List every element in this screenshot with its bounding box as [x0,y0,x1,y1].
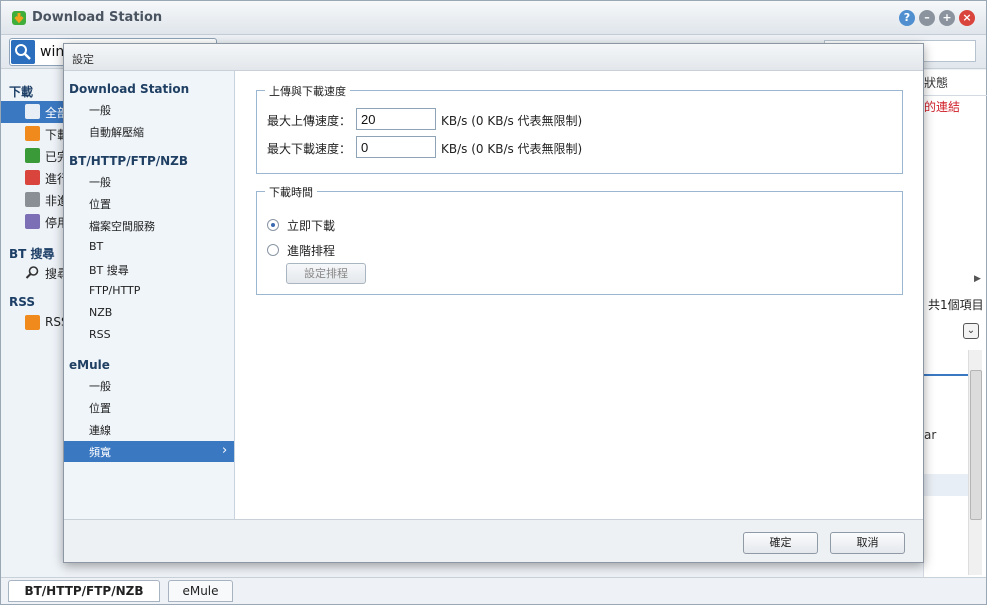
chevron-right-icon: › [222,443,228,458]
app-title: Download Station [32,10,163,25]
sidebar-item-active[interactable]: 進行 [1,167,69,189]
tab-emule[interactable]: eMule [168,580,233,602]
sidebar-item-all[interactable]: 全部 [1,101,69,123]
speed-group-legend: 上傳與下載速度 [265,83,350,99]
upload-unit-note: KB/s (0 KB/s 代表無限制) [441,114,583,128]
set-schedule-button[interactable]: 設定排程 [286,263,366,284]
nav-section-emule: eMule [69,358,110,372]
nav-item-rss[interactable]: RSS [64,325,234,346]
vertical-scrollbar[interactable] [968,350,982,575]
pause-icon [25,214,40,229]
advanced-schedule-label[interactable]: 進階排程 [287,242,335,259]
column-header-status[interactable]: 狀態 [924,74,987,96]
advanced-schedule-radio[interactable] [267,244,279,256]
check-icon [25,148,40,163]
cancel-button[interactable]: 取消 [830,532,905,554]
nav-item-label: 位置 [89,402,111,415]
nav-item-emule-general[interactable]: 一般 [64,375,234,396]
upload-speed-input[interactable] [356,108,436,130]
close-icon[interactable]: × [959,10,975,26]
download-unit-note: KB/s (0 KB/s 代表無限制) [441,142,583,156]
download-speed-label: 最大下載速度： [267,142,352,156]
nav-item-label: 一般 [89,104,111,117]
app-titlebar: Download Station ? – + × [1,1,986,35]
download-time-group: 下載時間 立即下載 進階排程 設定排程 [256,184,903,295]
dialog-header: 設定 [64,44,923,71]
nav-item-label: 自動解壓縮 [89,126,144,139]
tab-bt-http-ftp-nzb[interactable]: BT/HTTP/FTP/NZB [8,580,160,602]
upload-speed-label: 最大上傳速度： [267,114,352,128]
detail-tab-indicator [924,374,968,376]
sidebar-section-rss: RSS [9,295,35,309]
nav-item-bt-location[interactable]: 位置 [64,193,234,214]
nav-item-label: FTP/HTTP [89,284,141,297]
download-time-legend: 下載時間 [265,184,317,200]
settings-nav: Download Station 一般 自動解壓縮 BT/HTTP/FTP/NZ… [64,71,235,519]
nav-item-emule-bandwidth[interactable]: 頻寬 › [64,441,234,462]
nav-item-ftp-http[interactable]: FTP/HTTP [64,281,234,302]
nav-item-label: 檔案空間服務 [89,220,155,233]
nav-item-file-hosting[interactable]: 檔案空間服務 [64,215,234,236]
sidebar: 下載 全部 下載 已完 進行 非進 停用 BT 搜尋 搜尋 RSS RSS [1,70,69,580]
settings-dialog: 設定 Download Station 一般 自動解壓縮 BT/HTTP/FTP… [63,43,924,563]
download-arrow-icon [25,126,40,141]
sidebar-item-stopped[interactable]: 停用 [1,211,69,233]
task-list-pane: 狀態 的連結 ▶ 共1個項目 ⌄ ar [923,70,987,580]
list-icon [25,104,40,119]
nav-item-emule-location[interactable]: 位置 [64,397,234,418]
status-link-text: 的連結 [924,100,961,114]
speed-group: 上傳與下載速度 最大上傳速度： KB/s (0 KB/s 代表無限制) 最大下載… [256,83,903,174]
nav-item-bt-search[interactable]: BT 搜尋 [64,259,234,280]
dialog-title: 設定 [72,53,94,66]
nav-item-label: 頻寬 [89,446,111,459]
sidebar-section-bt-search: BT 搜尋 [9,247,55,261]
sidebar-item-search[interactable]: 搜尋 [1,262,69,284]
dialog-footer: 確定 取消 [64,519,923,562]
nav-item-label: BT 搜尋 [89,264,129,277]
sidebar-item-rss[interactable]: RSS [1,312,69,334]
detail-row[interactable] [924,474,968,496]
nav-item-ds-general[interactable]: 一般 [64,99,234,120]
nav-item-label: 一般 [89,380,111,393]
nav-item-label: RSS [89,328,111,341]
nav-item-emule-connection[interactable]: 連線 [64,419,234,440]
help-icon[interactable]: ? [899,10,915,26]
minimize-icon[interactable]: – [919,10,935,26]
nav-section-bt: BT/HTTP/FTP/NZB [69,154,189,168]
active-icon [25,170,40,185]
nav-item-label: BT [89,240,104,253]
sidebar-section-download: 下載 [9,85,34,99]
scroll-right-icon[interactable]: ▶ [974,274,981,284]
nav-item-bt[interactable]: BT [64,237,234,258]
maximize-icon[interactable]: + [939,10,955,26]
magnifier-icon [25,266,39,279]
sidebar-item-completed[interactable]: 已完 [1,145,69,167]
ok-button[interactable]: 確定 [743,532,818,554]
scrollbar-thumb[interactable] [970,370,982,520]
nav-item-bt-general[interactable]: 一般 [64,171,234,192]
sidebar-item-downloading[interactable]: 下載 [1,123,69,145]
search-icon [11,40,35,64]
expand-icon[interactable]: ⌄ [963,323,979,339]
rss-icon [25,315,40,330]
nav-item-label: NZB [89,306,113,319]
settings-content: 上傳與下載速度 最大上傳速度： KB/s (0 KB/s 代表無限制) 最大下載… [236,71,923,519]
nav-section-download-station: Download Station [69,82,190,96]
nav-item-nzb[interactable]: NZB [64,303,234,324]
nav-item-label: 一般 [89,176,111,189]
nav-item-auto-extract[interactable]: 自動解壓縮 [64,121,234,142]
download-now-radio[interactable] [267,219,279,231]
nav-item-label: 位置 [89,198,111,211]
item-count: 共1個項目 [928,298,984,312]
download-station-logo-icon [12,11,26,25]
search-value: win [40,44,65,60]
nav-item-label: 連線 [89,424,111,437]
sidebar-item-inactive[interactable]: 非進 [1,189,69,211]
download-now-label[interactable]: 立即下載 [287,217,335,234]
bottom-tab-bar: BT/HTTP/FTP/NZB eMule [1,577,986,604]
inactive-icon [25,192,40,207]
detail-text: ar [924,428,937,442]
download-speed-input[interactable] [356,136,436,158]
